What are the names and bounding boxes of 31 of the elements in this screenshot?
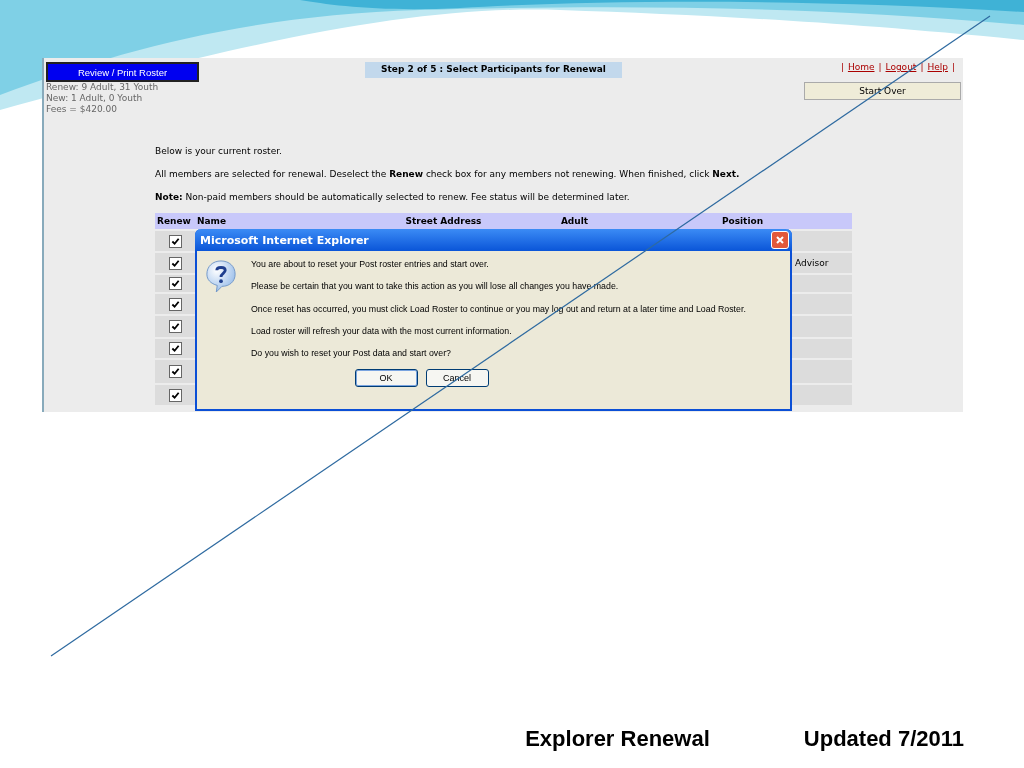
- step-title: Step 2 of 5 : Select Participants for Renewal: [365, 62, 622, 78]
- nav-separator: |: [920, 62, 924, 74]
- dialog-title: Microsoft Internet Explorer: [200, 233, 369, 247]
- nav-link[interactable]: Logout: [885, 62, 917, 76]
- dialog-message: Once reset has occurred, you must click Load Roster to continue or you may log out and return at a later time and Load Roster.: [251, 303, 747, 315]
- dialog-message: Do you wish to reset your Post data and start over?: [251, 348, 452, 360]
- review-print-roster-button[interactable]: Review / Print Roster: [46, 62, 199, 82]
- column-header: Position: [633, 213, 852, 229]
- nav-link[interactable]: Home: [847, 62, 875, 76]
- column-header: Renew: [155, 213, 195, 229]
- column-header: Name: [195, 213, 371, 229]
- instruction-text: All members are selected for renewal. Deselect the Renew check box for any members not renewing. When finished, click Next.: [155, 168, 741, 180]
- roster-stat: New: 1 Adult, 0 Youth: [46, 93, 144, 104]
- start-over-button[interactable]: Start Over: [804, 82, 961, 100]
- dialog-message: Load roster will refresh your data with the most current information.: [251, 325, 513, 337]
- instruction-text: Note: Non-paid members should be automatically selected to renew. Fee status will be determined later.: [155, 191, 631, 203]
- footer-title: Explorer Renewal: [525, 726, 710, 752]
- nav-link[interactable]: Help: [927, 62, 948, 76]
- dialog-message: Please be certain that you want to take this action as you will lose all changes you have made.: [251, 281, 620, 293]
- dialog-message: You are about to reset your Post roster entries and start over.: [251, 259, 490, 270]
- nav-separator: |: [878, 62, 882, 74]
- roster-stat: Fees = $420.00: [46, 104, 118, 115]
- roster-stat: Renew: 9 Adult, 31 Youth: [46, 82, 160, 93]
- table-cell-text: Advisor: [794, 257, 829, 268]
- column-header: Adult: [516, 213, 633, 229]
- nav-separator: |: [951, 62, 955, 74]
- footer-date: Updated 7/2011: [803, 726, 964, 752]
- column-header: Street Address: [371, 213, 516, 229]
- nav-separator: |: [840, 62, 844, 74]
- dialog-button[interactable]: OK: [354, 369, 418, 388]
- instruction-text: Below is your current roster.: [155, 145, 283, 157]
